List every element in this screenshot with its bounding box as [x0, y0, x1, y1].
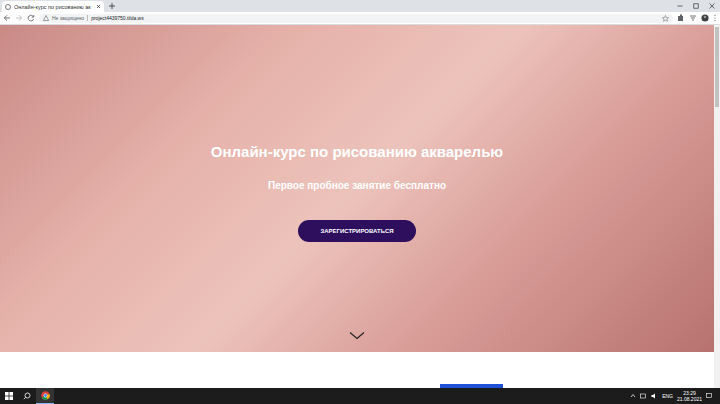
browser-toolbar: Не защищено project4439750.tilda.ws: [0, 12, 720, 25]
reload-icon[interactable]: [27, 14, 35, 22]
clock-date: 21.08.2021: [677, 396, 702, 402]
taskbar: ENG 23:2921.08.2021: [0, 388, 720, 404]
minimize-button[interactable]: [672, 0, 688, 12]
security-label: Не защищено: [52, 15, 84, 21]
search-icon: [23, 392, 31, 400]
browser-viewport: Онлайн-курс по рисованию акварелью Первое…: [0, 25, 720, 388]
avatar-icon[interactable]: [701, 14, 709, 22]
url-text[interactable]: project4439750.tilda.ws: [91, 15, 144, 21]
menu-icon[interactable]: [713, 14, 717, 22]
reading-list-icon[interactable]: [689, 14, 697, 22]
close-icon[interactable]: [96, 4, 101, 9]
close-button[interactable]: [704, 0, 720, 12]
chrome-taskbar-button[interactable]: [36, 388, 54, 404]
minimize-icon: [677, 3, 683, 9]
clock-time: 23:29: [683, 390, 696, 396]
hero-title: Онлайн-курс по рисованию акварелью: [211, 143, 503, 161]
search-button[interactable]: [18, 388, 36, 404]
windows-logo-icon: [5, 392, 13, 400]
warning-icon: [43, 15, 49, 21]
web-page: Онлайн-курс по рисованию акварелью Первое…: [0, 25, 714, 388]
maximize-button[interactable]: [688, 0, 704, 12]
scrollbar-thumb[interactable]: [715, 27, 719, 107]
next-section: [0, 352, 714, 388]
tray-arrow-icon[interactable]: [630, 393, 636, 399]
favicon-icon: [5, 4, 11, 10]
network-icon[interactable]: [640, 393, 647, 399]
chrome-icon: [41, 391, 50, 400]
window-controls: [672, 0, 720, 12]
hero-subtitle: Первое пробное занятие бесплатно: [268, 179, 446, 192]
close-icon: [709, 3, 715, 9]
scrollbar[interactable]: [714, 25, 720, 388]
clock[interactable]: 23:2921.08.2021: [677, 390, 702, 402]
forward-icon[interactable]: [15, 14, 23, 22]
start-button[interactable]: [0, 388, 18, 404]
volume-icon[interactable]: [651, 393, 658, 399]
separator: [87, 15, 88, 21]
tab-strip: Онлайн-курс по рисованию ак: [0, 0, 720, 12]
register-button[interactable]: ЗАРЕГИСТРИРОВАТЬСЯ: [298, 220, 415, 242]
browser-tab[interactable]: Онлайн-курс по рисованию ак: [2, 1, 104, 12]
notifications-icon[interactable]: [706, 393, 712, 399]
tab-label: Онлайн-курс по рисованию ак: [14, 4, 93, 10]
back-icon[interactable]: [3, 14, 11, 22]
address-bar[interactable]: Не защищено project4439750.tilda.ws: [39, 14, 673, 23]
maximize-icon: [693, 3, 699, 9]
chevron-down-icon[interactable]: [349, 331, 365, 340]
hero-section: Онлайн-курс по рисованию акварелью Первое…: [0, 25, 714, 352]
language-indicator[interactable]: ENG: [662, 393, 673, 399]
system-tray: ENG 23:2921.08.2021: [630, 390, 720, 402]
new-tab-icon[interactable]: [107, 1, 117, 11]
extension-icon[interactable]: [677, 14, 685, 22]
bookmark-star-icon[interactable]: [662, 15, 669, 22]
